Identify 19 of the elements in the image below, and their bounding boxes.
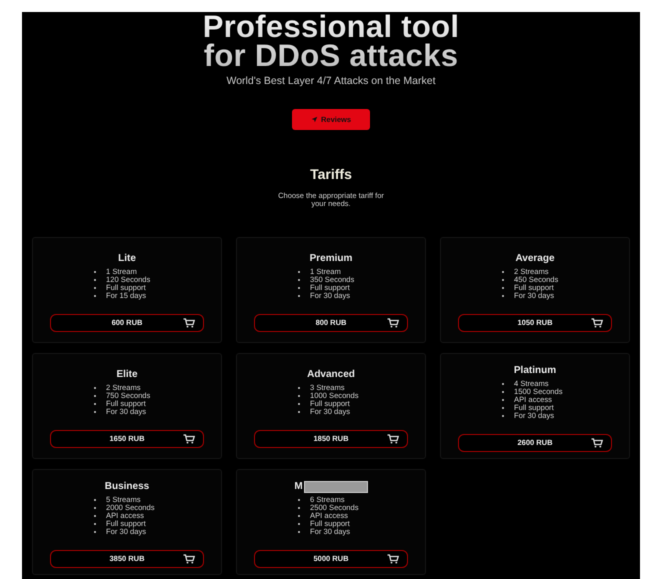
plan-name: Lite	[118, 253, 136, 264]
subtitle: World's Best Layer 4/7 Attacks on the Market	[226, 75, 436, 87]
plan-name: Premium	[310, 253, 352, 264]
plan-name: M	[294, 481, 303, 492]
cart-icon	[387, 554, 399, 564]
cart-icon	[591, 318, 603, 328]
cart-icon	[387, 434, 399, 444]
plan-name: Business	[104, 481, 150, 492]
cart-icon	[183, 318, 195, 328]
plan-name: Advanced	[307, 369, 355, 380]
plan-name: Platinum	[514, 365, 556, 376]
plan-name: Elite	[116, 369, 138, 380]
cart-icon	[591, 438, 603, 448]
send-icon	[310, 116, 318, 123]
plan-name: Average	[515, 253, 555, 264]
cart-icon	[183, 434, 195, 444]
cart-icon	[183, 554, 195, 564]
cart-icon	[387, 318, 399, 328]
section-heading: Tariffs	[310, 166, 352, 182]
